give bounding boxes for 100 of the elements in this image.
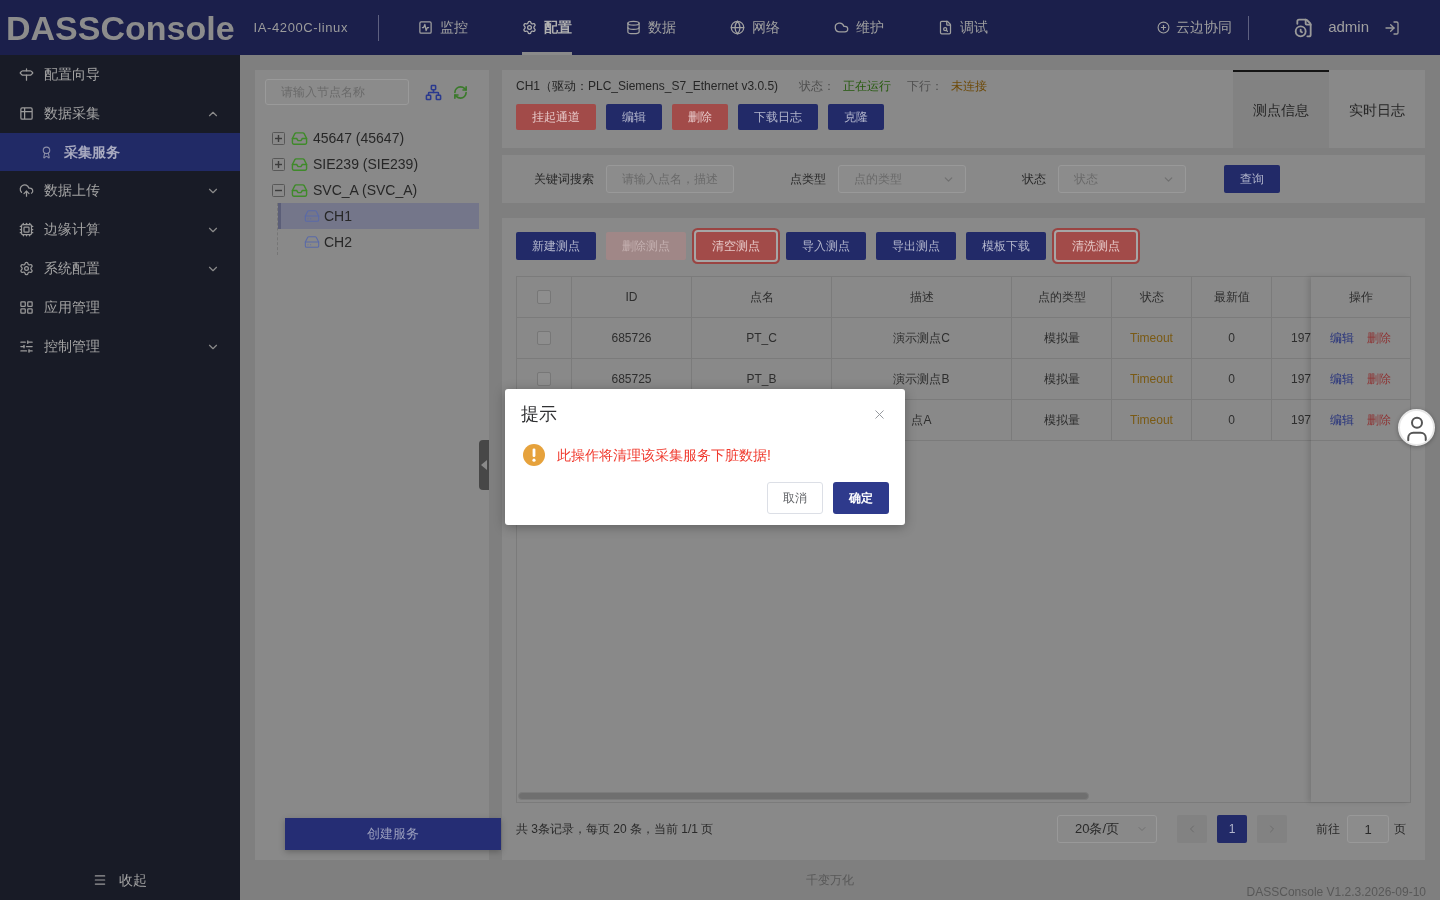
toolbar-button[interactable]: 模板下载 [966, 232, 1046, 260]
downlink-label: 下行： [907, 78, 944, 95]
channel-action-button[interactable]: 挂起通道 [516, 104, 596, 130]
table-cell-text: 0 [1228, 412, 1235, 429]
dialog-message: 此操作将清理该采集服务下脏数据! [557, 445, 771, 465]
edit-link[interactable]: 编辑 [1330, 370, 1354, 388]
nav-tab[interactable]: 监控 [418, 0, 468, 55]
nav-tab[interactable]: 配置 [522, 0, 572, 55]
panel-collapse-handle[interactable] [479, 440, 489, 490]
goto-page-field[interactable]: 1 [1347, 815, 1389, 843]
inbox-icon [291, 129, 308, 147]
device-name: IA-4200C-linux [253, 18, 348, 37]
tree-structure-icon[interactable] [425, 83, 442, 101]
filter-label: 状态 [1022, 171, 1046, 188]
table-cell-text: 685726 [611, 330, 652, 347]
column-header: 最新值 [1213, 289, 1250, 306]
table-cell-text: 点A [911, 412, 932, 429]
search-button[interactable]: 查询 [1224, 165, 1280, 193]
status-value: 正在运行 [843, 78, 892, 95]
nav-tab[interactable]: 维护 [834, 0, 884, 55]
edit-link[interactable]: 编辑 [1330, 411, 1354, 429]
sidebar-item[interactable]: 系统配置 [0, 249, 240, 288]
table-cell-text: PT_B [746, 371, 777, 388]
drive-icon [304, 208, 320, 224]
sidebar-item[interactable]: 配置向导 [0, 55, 240, 94]
filter-label: 关键词搜索 [534, 171, 594, 188]
status-text: Timeout [1130, 371, 1173, 388]
logout-icon[interactable] [1384, 19, 1400, 36]
horizontal-scrollbar[interactable] [518, 792, 1089, 800]
globe-icon [730, 20, 745, 35]
tree-node[interactable]: CH2 [278, 229, 479, 255]
tree-node[interactable]: SVC_A (SVC_A) [291, 178, 422, 202]
sidebar-item[interactable]: 边缘计算 [0, 210, 240, 249]
page-suffix: 页 [1394, 821, 1406, 838]
edit-link[interactable]: 编辑 [1330, 329, 1354, 347]
user-name: admin [1328, 17, 1369, 38]
create-service-button[interactable]: 创建服务 [285, 818, 501, 850]
inbox-icon [291, 155, 308, 173]
cloud-icon [834, 20, 849, 35]
tree-node[interactable]: CH1 [278, 203, 479, 229]
dialog-button[interactable]: 确定 [833, 482, 889, 514]
document-search-icon [938, 20, 953, 35]
table-cell-text: 演示测点C [893, 330, 950, 347]
page-number[interactable]: 1 [1217, 815, 1247, 843]
medal-icon [40, 145, 53, 159]
toolbar-button[interactable]: 导入测点 [786, 232, 866, 260]
checkbox[interactable] [537, 372, 551, 386]
expand-node-icon[interactable] [272, 157, 285, 171]
column-header: 描述 [909, 289, 934, 306]
signpost-icon [19, 67, 34, 82]
table-cell-text: 197 [1290, 330, 1311, 347]
app-logo: DASSConsole [6, 7, 235, 48]
table-cell-text: PT_C [746, 330, 777, 347]
downlink-value: 未连接 [951, 78, 988, 95]
cloud-sync-link[interactable]: 云边协同 [1157, 17, 1233, 38]
collapse-sidebar-button[interactable]: 收起 [0, 860, 240, 900]
table-cell-text: 演示测点B [893, 371, 950, 388]
toolbar-button[interactable]: 导出测点 [876, 232, 956, 260]
tree-node[interactable]: 45647 (45647) [291, 126, 409, 150]
drive-icon [304, 234, 320, 250]
record-summary: 共 3条记录，每页 20 条，当前 1/1 页 [516, 821, 714, 838]
settings-icon [19, 261, 34, 276]
nav-tab[interactable]: 网络 [730, 0, 780, 55]
sidebar-item[interactable]: 数据采集 [0, 94, 240, 133]
table-cell-text: 模拟量 [1043, 371, 1080, 388]
channel-action-button[interactable]: 编辑 [606, 104, 662, 130]
channel-action-button[interactable]: 克隆 [828, 104, 884, 130]
column-header: 点的类型 [1037, 289, 1086, 306]
grid-icon [19, 300, 34, 315]
sidebar-subitem[interactable]: 采集服务 [0, 133, 240, 171]
sidebar-item[interactable]: 应用管理 [0, 288, 240, 327]
document-clock-icon[interactable] [1294, 16, 1315, 39]
refresh-icon[interactable] [453, 84, 468, 100]
panel-tab[interactable]: 测点信息 [1233, 70, 1329, 148]
nav-tab[interactable]: 数据 [626, 0, 676, 55]
toolbar-button[interactable]: 新建测点 [516, 232, 596, 260]
channel-action-button[interactable]: 删除 [672, 104, 728, 130]
column-header: ID [625, 289, 638, 306]
tree-node[interactable]: SIE239 (SIE239) [291, 152, 423, 176]
sidebar-item[interactable]: 控制管理 [0, 327, 240, 366]
column-header: 点名 [749, 289, 774, 306]
column-header: 状态 [1139, 289, 1164, 306]
filter-label: 点类型 [790, 171, 826, 188]
page-size-select[interactable]: 20条/页 [1057, 815, 1157, 843]
table-cell-text: 197 [1290, 412, 1311, 429]
nav-tab[interactable]: 调试 [938, 0, 988, 55]
cloud-upload-icon [19, 183, 34, 198]
table-icon [19, 106, 34, 121]
expand-node-icon[interactable] [272, 131, 285, 145]
sidebar-item[interactable]: 数据上传 [0, 171, 240, 210]
gear-icon [522, 20, 537, 35]
table-cell-text: 模拟量 [1043, 330, 1080, 347]
chip-icon [19, 222, 34, 237]
inbox-icon [291, 181, 308, 199]
dialog-button[interactable]: 取消 [767, 482, 823, 514]
collapse-node-icon[interactable] [272, 183, 285, 197]
channel-action-button[interactable]: 下载日志 [738, 104, 818, 130]
panel-tab[interactable]: 实时日志 [1329, 70, 1425, 148]
sliders-icon [19, 339, 34, 354]
table-cell-text: 685725 [611, 371, 652, 388]
